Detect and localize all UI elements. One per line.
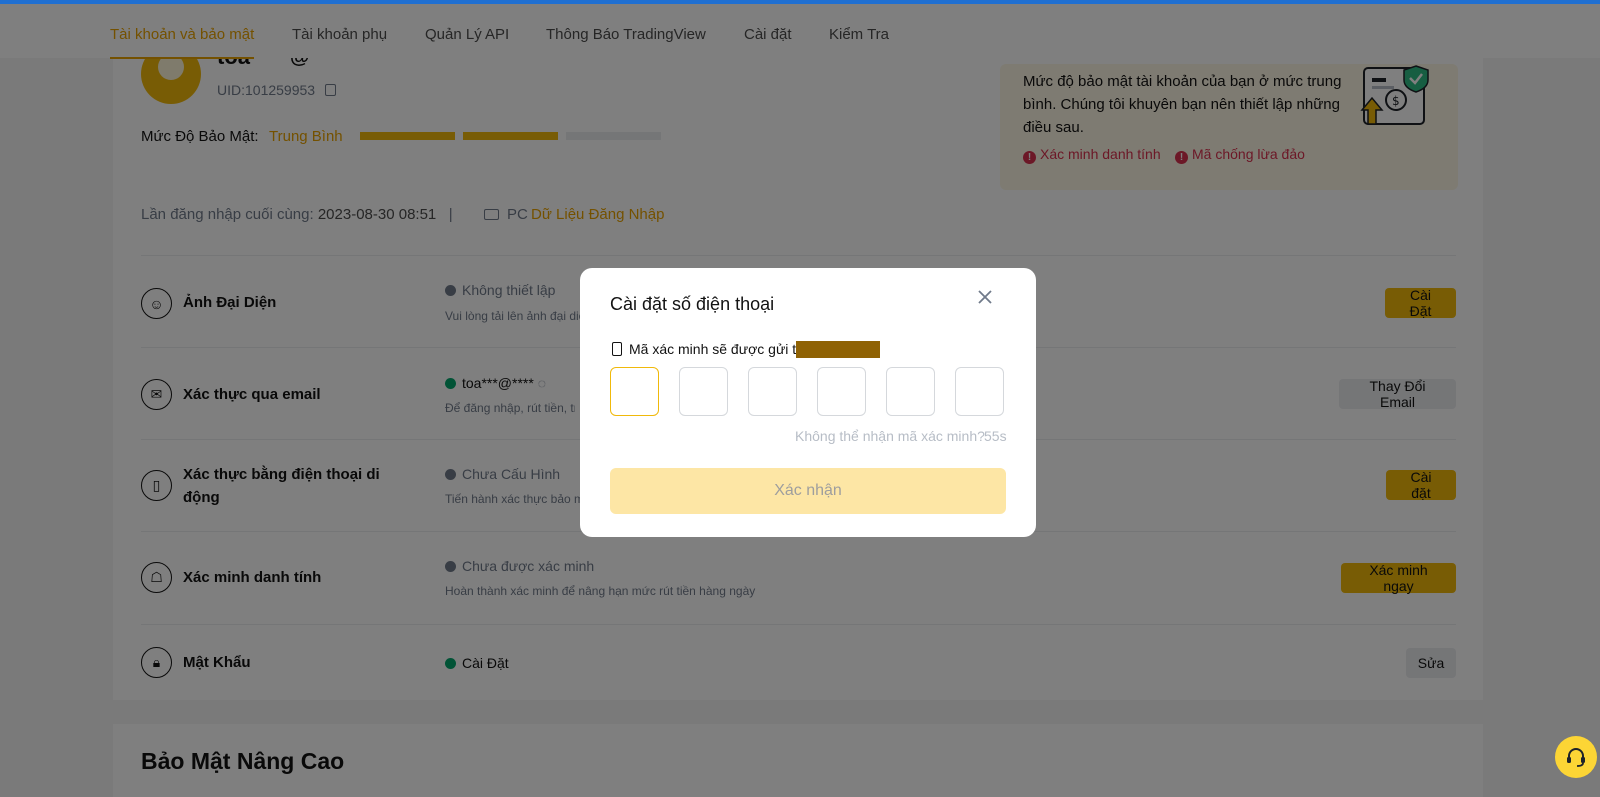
otp-digit-6[interactable] [955, 367, 1004, 416]
otp-digit-2[interactable] [679, 367, 728, 416]
resend-countdown: 55s [984, 428, 1007, 444]
otp-digit-1[interactable] [610, 367, 659, 416]
headset-icon [1567, 748, 1585, 767]
code-sent-to-label: Mã xác minh sẽ được gửi tới [629, 341, 809, 357]
confirm-button[interactable]: Xác nhận [610, 468, 1006, 514]
support-chat-button[interactable] [1555, 736, 1597, 778]
phone-icon [612, 342, 622, 356]
modal-title: Cài đặt số điện thoại [610, 294, 775, 314]
otp-digit-5[interactable] [886, 367, 935, 416]
otp-digit-4[interactable] [817, 367, 866, 416]
close-icon[interactable] [972, 284, 998, 310]
phone-setup-modal: Cài đặt số điện thoại Mã xác minh sẽ đượ… [580, 268, 1036, 537]
masked-phone-number [796, 341, 880, 358]
cannot-receive-code-link[interactable]: Không thể nhận mã xác minh? [795, 428, 985, 444]
top-accent-line [0, 0, 1600, 4]
otp-digit-3[interactable] [748, 367, 797, 416]
